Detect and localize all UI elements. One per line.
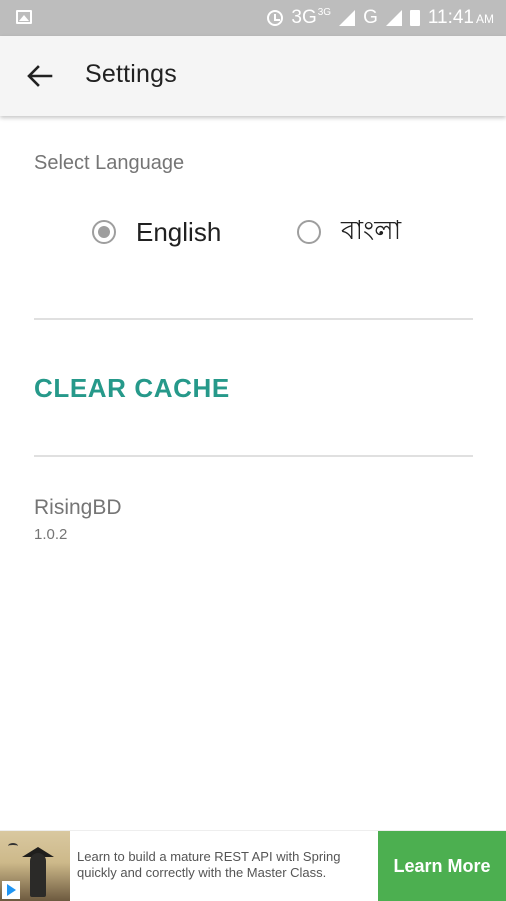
app-name: RisingBD (34, 496, 122, 519)
language-option-english[interactable]: English (92, 212, 221, 252)
status-bar: 3G 3G G 11:41 AM (0, 0, 506, 36)
back-button[interactable] (18, 54, 62, 98)
language-option-label: English (136, 216, 222, 247)
image-notification-icon (16, 10, 32, 24)
page-title: Settings (85, 60, 177, 88)
status-bar-right: 3G 3G G 11:41 AM (267, 0, 494, 36)
language-option-label: বাংলা (341, 215, 402, 245)
bird-shape (8, 843, 18, 849)
language-option-bangla[interactable]: বাংলা (297, 212, 401, 252)
app-version: 1.0.2 (34, 526, 68, 543)
back-arrow-icon (27, 65, 53, 87)
battery-icon (409, 10, 420, 26)
radio-checked-icon[interactable] (92, 220, 116, 244)
divider (34, 318, 473, 320)
adchoices-icon[interactable] (2, 881, 20, 899)
secondary-network-label: G (363, 7, 378, 28)
network-3g-indicator: 3G 3G (291, 7, 331, 29)
divider (34, 455, 473, 457)
status-time: 11:41 AM (428, 7, 494, 29)
ad-banner[interactable]: Learn to build a mature REST API with Sp… (0, 830, 506, 901)
clear-cache-button[interactable]: CLEAR CACHE (34, 373, 230, 404)
network-label: 3G (291, 7, 317, 28)
ad-text[interactable]: Learn to build a mature REST API with Sp… (77, 849, 373, 881)
app-bar: Settings (0, 36, 506, 116)
play-triangle-icon (6, 884, 16, 896)
time-ampm: AM (476, 12, 494, 26)
select-language-label: Select Language (34, 152, 185, 174)
figure-shape (30, 853, 46, 897)
alarm-icon (267, 10, 284, 26)
learn-more-button[interactable]: Learn More (378, 831, 506, 901)
radio-unchecked-icon[interactable] (297, 220, 321, 244)
network-sup-label: 3G (317, 7, 332, 18)
signal-icon-secondary (385, 10, 402, 26)
language-radio-group: English বাংলা (92, 212, 492, 252)
time-value: 11:41 (427, 7, 474, 28)
ad-image[interactable] (0, 831, 70, 901)
signal-icon (339, 10, 356, 26)
